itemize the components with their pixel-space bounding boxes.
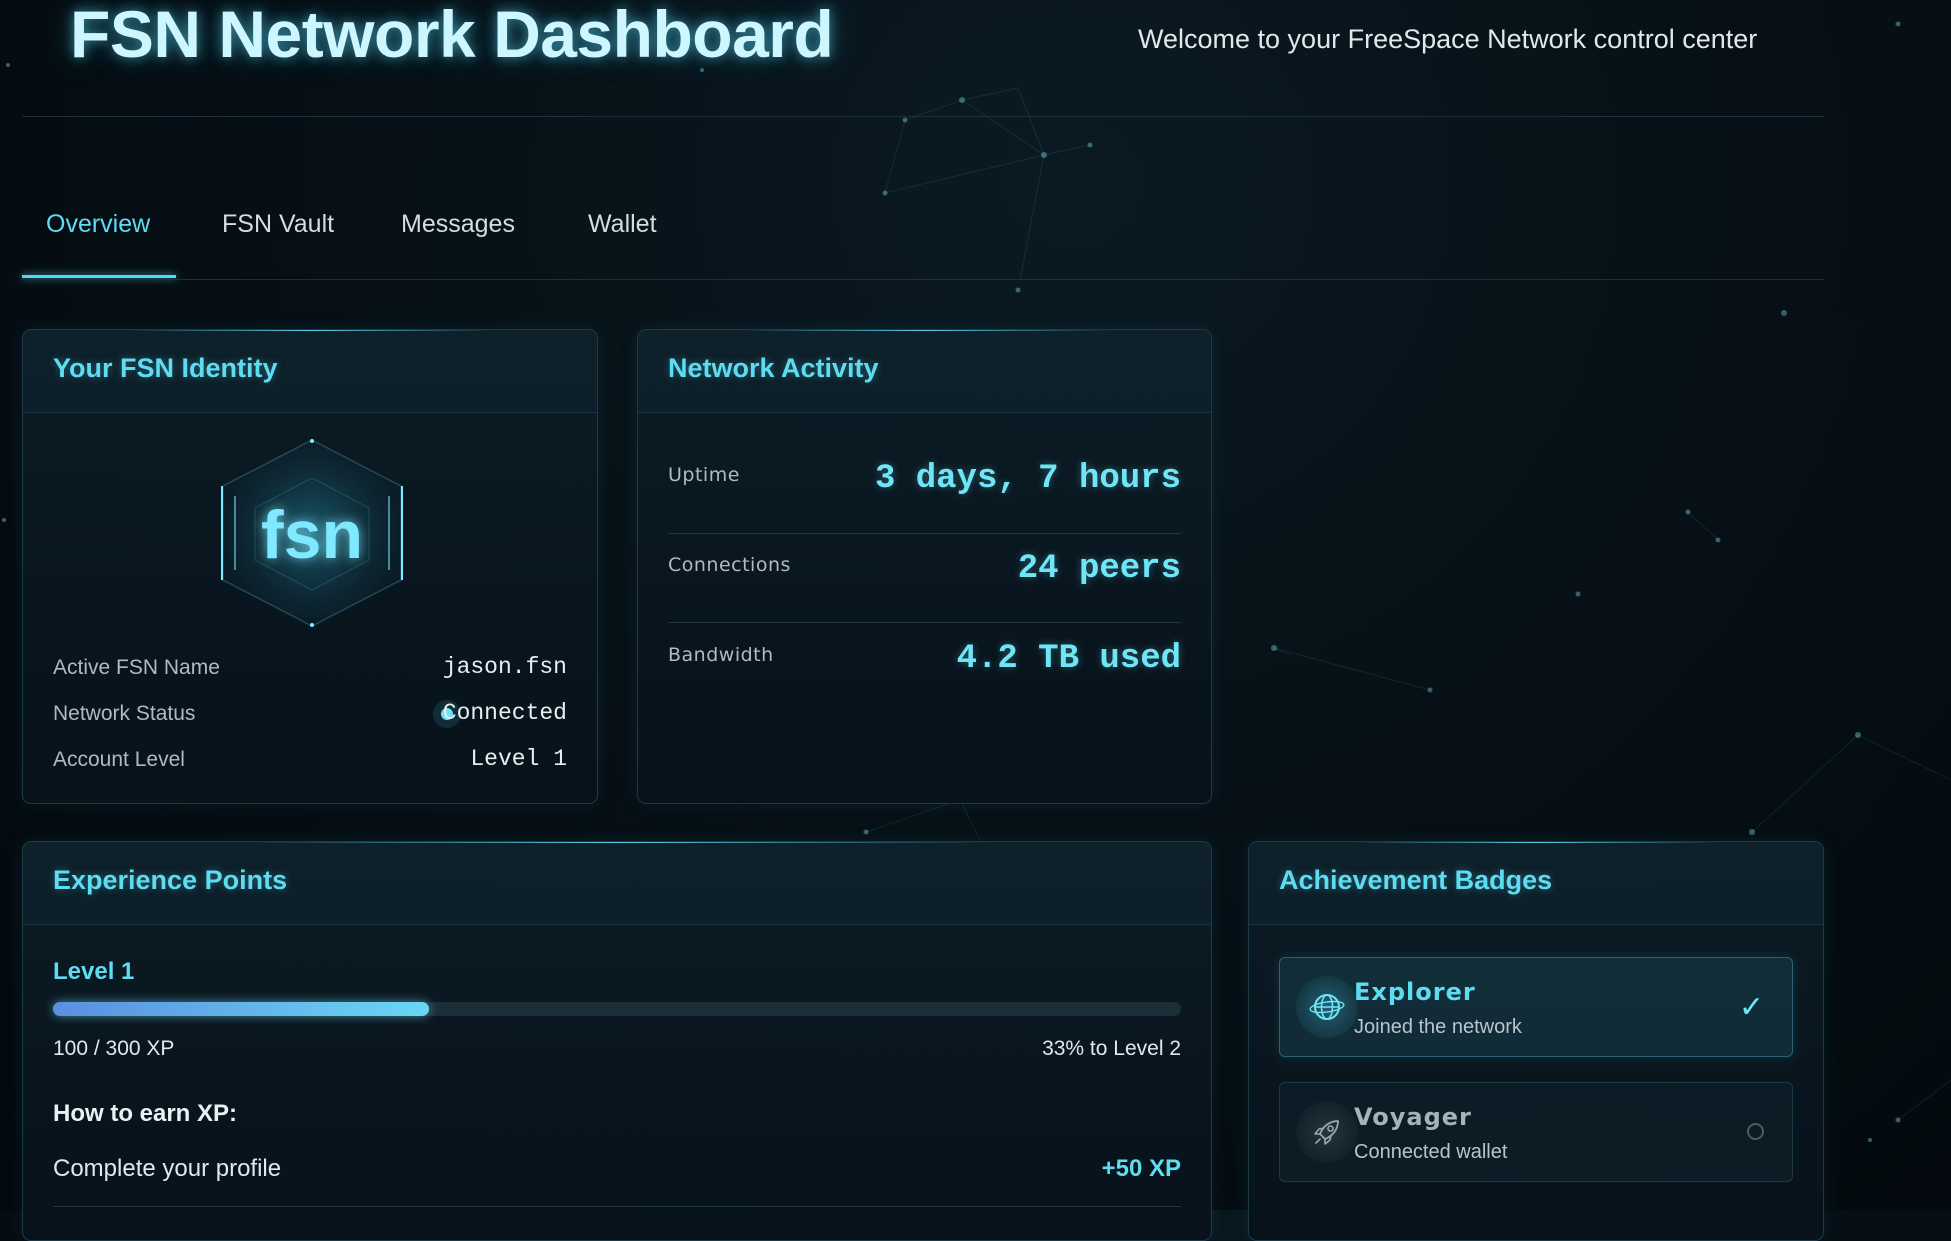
fsn-name-label: Active FSN Name	[53, 656, 220, 679]
experience-card-header: Experience Points	[23, 842, 1211, 925]
current-level-label: Level 1	[53, 958, 135, 985]
tab-messages[interactable]: Messages	[401, 210, 515, 239]
achievement-badges-card: Achievement Badges Explorer Joined the n…	[1248, 841, 1824, 1241]
svg-text:fsn: fsn	[261, 497, 363, 573]
badges-card-title: Achievement Badges	[1279, 865, 1553, 895]
network-status-label: Network Status	[53, 702, 196, 725]
xp-progress-fill	[53, 1002, 429, 1016]
badges-card-header: Achievement Badges	[1249, 842, 1823, 925]
xp-task-label: Complete your profile	[53, 1155, 282, 1182]
account-level-value: Level 1	[470, 746, 567, 772]
badge-name: Explorer	[1354, 978, 1476, 1006]
welcome-message: Welcome to your FreeSpace Network contro…	[1138, 24, 1758, 54]
bandwidth-value: 4.2 TB used	[956, 640, 1181, 678]
badge-voyager[interactable]: Voyager Connected wallet	[1279, 1082, 1793, 1182]
xp-to-next-level: 33% to Level 2	[1042, 1037, 1181, 1060]
earn-xp-heading: How to earn XP:	[53, 1100, 238, 1127]
xp-task-reward: +50 XP	[1101, 1155, 1181, 1182]
network-status-value: Connected	[442, 700, 567, 726]
connections-value: 24 peers	[1017, 550, 1181, 588]
stat-divider	[668, 622, 1181, 623]
stat-divider	[668, 533, 1181, 534]
badge-name: Voyager	[1354, 1103, 1472, 1131]
globe-icon	[1296, 976, 1358, 1038]
page-title: FSN Network Dashboard	[70, 0, 834, 71]
xp-progress-bar	[53, 1002, 1181, 1016]
uptime-value: 3 days, 7 hours	[874, 460, 1181, 498]
experience-card-title: Experience Points	[53, 865, 288, 895]
incomplete-indicator-icon	[1747, 1123, 1764, 1140]
active-tab-indicator	[22, 275, 176, 278]
xp-task-row[interactable]: Complete your profile +50 XP	[53, 1140, 1181, 1207]
identity-card-header: Your FSN Identity	[23, 330, 597, 413]
bandwidth-label: Bandwidth	[668, 644, 774, 666]
tab-wallet[interactable]: Wallet	[588, 210, 657, 239]
rocket-icon	[1296, 1101, 1358, 1163]
account-level-label: Account Level	[53, 748, 185, 771]
identity-card: Your FSN Identity fsn Active FSN Name ja…	[22, 329, 598, 804]
checkmark-icon: ✓	[1738, 991, 1764, 1024]
network-activity-card-title: Network Activity	[668, 353, 879, 383]
badge-description: Connected wallet	[1354, 1141, 1508, 1163]
uptime-label: Uptime	[668, 464, 740, 486]
tab-overview[interactable]: Overview	[46, 210, 150, 239]
fsn-logo: fsn	[221, 439, 403, 627]
tab-bar: Overview FSN Vault Messages Wallet	[22, 190, 1824, 280]
tab-fsn-vault[interactable]: FSN Vault	[222, 210, 334, 239]
fsn-name-value: jason.fsn	[442, 654, 567, 680]
connections-label: Connections	[668, 554, 791, 576]
xp-count: 100 / 300 XP	[53, 1037, 175, 1060]
badge-description: Joined the network	[1354, 1016, 1522, 1038]
network-activity-card: Network Activity Uptime 3 days, 7 hours …	[637, 329, 1212, 804]
network-activity-card-header: Network Activity	[638, 330, 1211, 413]
tabs-divider	[22, 279, 1824, 280]
identity-card-title: Your FSN Identity	[53, 353, 278, 383]
experience-points-card: Experience Points Level 1 100 / 300 XP 3…	[22, 841, 1212, 1241]
header-divider	[22, 116, 1824, 117]
badge-explorer[interactable]: Explorer Joined the network ✓	[1279, 957, 1793, 1057]
